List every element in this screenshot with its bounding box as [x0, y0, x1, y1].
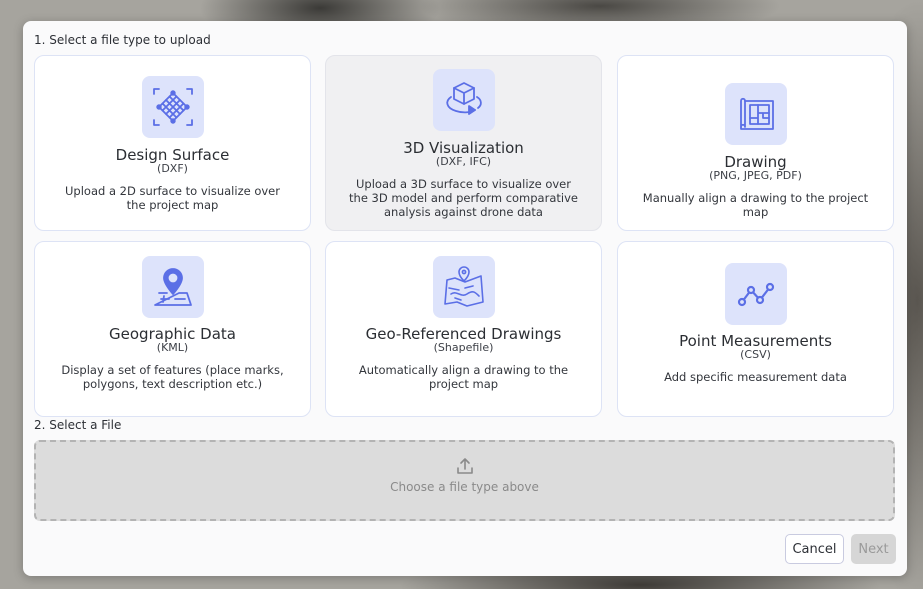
card-formats: (Shapefile): [433, 341, 494, 354]
step-1-label: 1. Select a file type to upload: [34, 33, 211, 47]
file-dropzone[interactable]: Choose a file type above: [34, 440, 895, 521]
blueprint-icon: [724, 83, 787, 145]
card-formats: (DXF, IFC): [435, 155, 492, 168]
dropzone-hint: Choose a file type above: [390, 480, 539, 494]
cube-rotate-icon: [432, 69, 495, 131]
card-description: Add specific measurement data: [664, 370, 847, 384]
file-type-card-drawing[interactable]: Drawing (PNG, JPEG, PDF) Manually align …: [617, 55, 894, 231]
card-formats: (DXF): [157, 162, 188, 175]
card-description: Automatically align a drawing to the pro…: [358, 363, 569, 391]
card-description: Upload a 3D surface to visualize over th…: [349, 177, 578, 219]
file-type-card-design-surface[interactable]: Design Surface (DXF) Upload a 2D surface…: [34, 55, 311, 231]
upload-icon: [456, 458, 473, 474]
card-description: Display a set of features (place marks, …: [61, 363, 284, 391]
next-button[interactable]: Next: [851, 534, 896, 564]
file-type-card-geographic-data[interactable]: Geographic Data (KML) Display a set of f…: [34, 241, 311, 417]
file-type-card-geo-referenced-drawings[interactable]: Geo-Referenced Drawings (Shapefile) Auto…: [325, 241, 602, 417]
geo-map-icon: [432, 256, 495, 318]
card-description: Upload a 2D surface to visualize over th…: [65, 184, 280, 212]
upload-file-dialog: 1. Select a file type to upload Design S…: [23, 21, 907, 576]
map-pin-icon: [141, 256, 204, 318]
card-description: Manually align a drawing to the project …: [642, 191, 869, 219]
mesh-surface-icon: [141, 76, 204, 138]
card-formats: (KML): [156, 341, 189, 354]
card-formats: (PNG, JPEG, PDF): [709, 169, 802, 182]
step-2-label: 2. Select a File: [34, 418, 122, 432]
cancel-button[interactable]: Cancel: [785, 534, 844, 564]
card-formats: (CSV): [740, 348, 771, 361]
file-type-card-point-measurements[interactable]: Point Measurements (CSV) Add specific me…: [617, 241, 894, 417]
line-points-icon: [724, 263, 787, 325]
file-type-card-3d-visualization[interactable]: 3D Visualization (DXF, IFC) Upload a 3D …: [325, 55, 602, 231]
